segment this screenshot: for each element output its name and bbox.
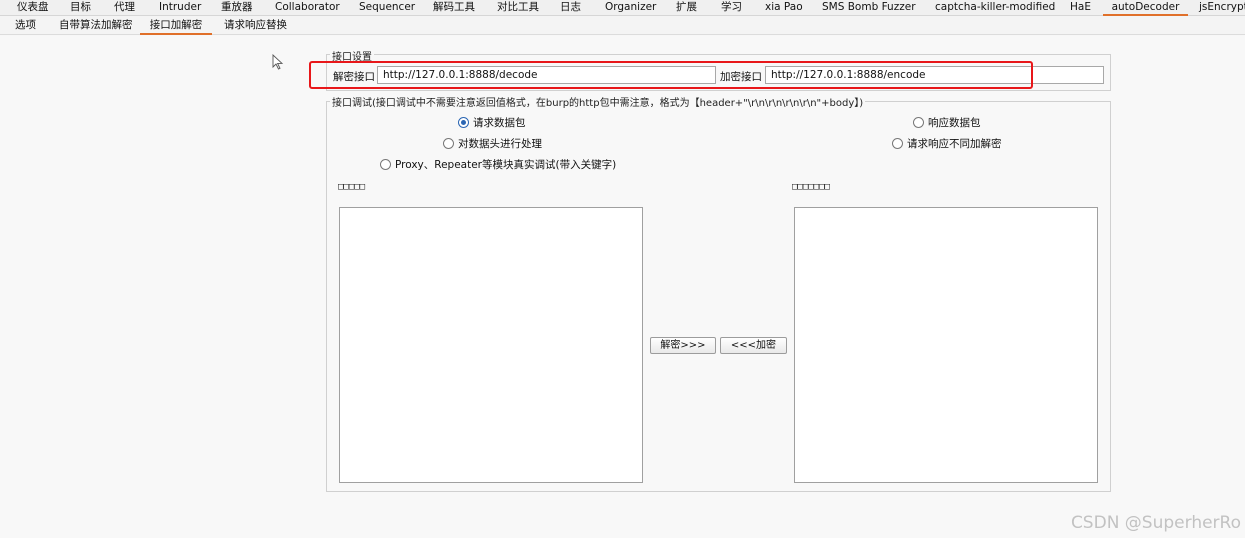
decode-interface-input[interactable] xyxy=(377,66,716,84)
tab-organizer[interactable]: Organizer xyxy=(605,0,656,16)
interface-debug-legend: 接口调试(接口调试中不需要注意返回值格式，在burp的http包中需注意，格式为… xyxy=(330,94,866,109)
encode-interface-label: 加密接口 xyxy=(720,71,762,83)
tab-hae[interactable]: HaE xyxy=(1070,0,1091,16)
radio-different-crypto-label: 请求响应不同加解密 xyxy=(907,138,1002,150)
tab-collaborator[interactable]: Collaborator xyxy=(275,0,340,16)
radio-unselected-icon xyxy=(913,117,924,128)
tab-captcha-killer[interactable]: captcha-killer-modified xyxy=(935,0,1055,16)
top-tab-bar: 仪表盘 目标 代理 Intruder 重放器 Collaborator Sequ… xyxy=(0,0,1245,16)
tab-proxy[interactable]: 代理 xyxy=(114,0,135,16)
radio-response-packet-label: 响应数据包 xyxy=(928,117,981,129)
radio-request-packet[interactable]: 请求数据包 xyxy=(458,115,526,130)
tab-target[interactable]: 目标 xyxy=(70,0,91,16)
sub-tab-bar: 选项 自带算法加解密 接口加解密 请求响应替换 xyxy=(0,16,1245,35)
tab-sequencer[interactable]: Sequencer xyxy=(359,0,415,16)
mouse-pointer-icon xyxy=(272,54,284,70)
left-text-area[interactable] xyxy=(339,207,643,483)
radio-process-header[interactable]: 对数据头进行处理 xyxy=(443,136,542,151)
decrypt-button[interactable]: 解密>>> xyxy=(650,337,716,354)
right-pane-label: □□□□□□□ xyxy=(792,182,830,192)
watermark: CSDN @SuperherRo xyxy=(1070,513,1241,533)
radio-selected-icon xyxy=(458,117,469,128)
tab-learn[interactable]: 学习 xyxy=(721,0,742,16)
tab-intruder[interactable]: Intruder xyxy=(159,0,201,16)
radio-proxy-repeater-debug[interactable]: Proxy、Repeater等模块真实调试(带入关键字) xyxy=(380,157,616,172)
decode-interface-label: 解密接口 xyxy=(333,71,375,83)
subtab-request-response-replace[interactable]: 请求响应替换 xyxy=(224,16,287,35)
tab-logger[interactable]: 日志 xyxy=(560,0,581,16)
radio-proxy-repeater-debug-label: Proxy、Repeater等模块真实调试(带入关键字) xyxy=(395,159,617,171)
tab-xia-pao[interactable]: xia Pao xyxy=(765,0,803,16)
subtab-builtin-crypto[interactable]: 自带算法加解密 xyxy=(59,16,133,35)
radio-unselected-icon xyxy=(443,138,454,149)
tab-sms-bomb-fuzzer[interactable]: SMS Bomb Fuzzer xyxy=(822,0,916,16)
radio-unselected-icon xyxy=(892,138,903,149)
radio-different-crypto[interactable]: 请求响应不同加解密 xyxy=(892,136,1002,151)
radio-process-header-label: 对数据头进行处理 xyxy=(458,138,542,150)
subtab-options[interactable]: 选项 xyxy=(15,16,36,35)
tab-jsencrypter[interactable]: jsEncrypter xyxy=(1199,0,1245,16)
radio-response-packet[interactable]: 响应数据包 xyxy=(913,115,981,130)
tab-decoder[interactable]: 解码工具 xyxy=(433,0,475,16)
subtab-interface-crypto[interactable]: 接口加解密 xyxy=(140,16,212,35)
encrypt-button[interactable]: <<<加密 xyxy=(720,337,787,354)
tab-autodecoder[interactable]: autoDecoder xyxy=(1103,0,1188,16)
tab-comparer[interactable]: 对比工具 xyxy=(497,0,539,16)
encode-interface-input[interactable] xyxy=(765,66,1104,84)
right-text-area[interactable] xyxy=(794,207,1098,483)
left-pane-label: □□□□□ xyxy=(338,182,366,192)
tab-dashboard[interactable]: 仪表盘 xyxy=(17,0,49,16)
radio-request-packet-label: 请求数据包 xyxy=(473,117,526,129)
tab-extensions[interactable]: 扩展 xyxy=(676,0,697,16)
interface-settings-legend: 接口设置 xyxy=(330,48,374,63)
radio-unselected-icon xyxy=(380,159,391,170)
tab-repeater[interactable]: 重放器 xyxy=(221,0,253,16)
